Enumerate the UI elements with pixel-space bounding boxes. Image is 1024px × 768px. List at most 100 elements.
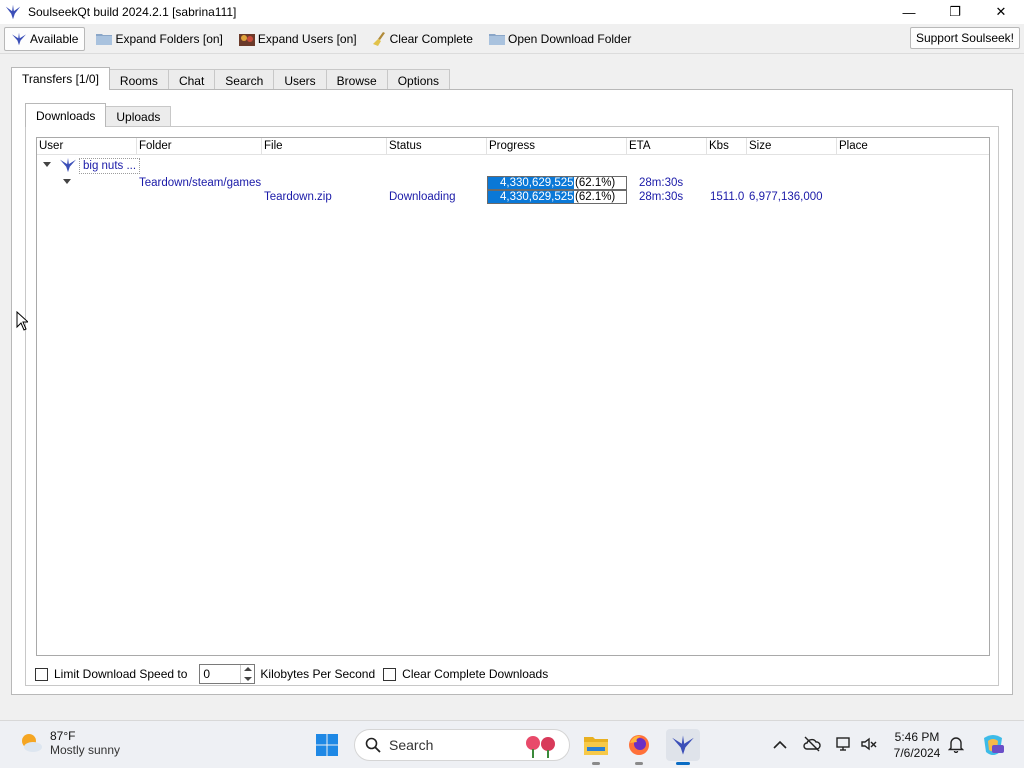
soulseek-bird-icon — [5, 4, 21, 20]
spin-down-icon[interactable] — [244, 677, 253, 681]
taskbar-clock[interactable]: 5:46 PM 7/6/2024 — [884, 729, 950, 761]
column-header-progress[interactable]: Progress — [487, 138, 627, 155]
folder-progress-bytes: 4,330,629,525 — [500, 177, 574, 189]
expand-arrow-icon[interactable] — [43, 162, 51, 167]
user-name[interactable]: big nuts ... — [79, 158, 141, 174]
file-explorer-button[interactable] — [579, 729, 613, 761]
clear-complete-downloads-label: Clear Complete Downloads — [402, 667, 549, 681]
speed-unit-label: Kilobytes Per Second — [260, 667, 376, 681]
column-header-place[interactable]: Place — [837, 138, 989, 155]
folder-progress-bar: 4,330,629,525 (62.1%) — [487, 176, 627, 190]
file-explorer-icon — [584, 737, 608, 755]
tab-transfers[interactable]: Transfers [1/0] — [11, 67, 110, 90]
folder-name: Teardown/steam/games — [139, 177, 262, 189]
expand-folders-button[interactable]: Expand Folders [on] — [91, 27, 227, 51]
file-status: Downloading — [389, 191, 456, 203]
transfer-sub-tabs: Downloads Uploads — [25, 103, 172, 127]
expand-folders-label: Expand Folders [on] — [115, 31, 223, 46]
downloads-panel: User Folder File Status Progress ETA Kbs… — [25, 126, 999, 686]
taskbar: 87°F Mostly sunny Search 5:46 PM 7/6/202… — [0, 720, 1024, 768]
soulseek-taskbar-button[interactable] — [666, 729, 700, 761]
file-row[interactable]: Teardown.zip Downloading 4,330,629,525 (… — [37, 190, 989, 204]
tab-users[interactable]: Users — [273, 69, 327, 91]
start-button[interactable] — [310, 729, 344, 761]
clear-complete-downloads-checkbox[interactable] — [383, 667, 397, 681]
expand-users-button[interactable]: Expand Users [on] — [234, 27, 362, 51]
limit-speed-label: Limit Download Speed to — [54, 667, 188, 681]
speed-limit-value: 0 — [203, 667, 211, 681]
folder-icon — [488, 34, 505, 45]
firefox-icon — [629, 735, 649, 755]
tab-rooms[interactable]: Rooms — [108, 69, 169, 91]
title-bar: SoulseekQt build 2024.2.1 [sabrina111] —… — [0, 0, 1024, 24]
support-soulseek-button[interactable]: Support Soulseek! — [909, 27, 1020, 49]
roses-icon — [526, 736, 555, 758]
column-header-file[interactable]: File — [262, 138, 387, 155]
column-header-status[interactable]: Status — [387, 138, 487, 155]
soulseek-bird-icon — [60, 157, 76, 173]
clear-complete-label: Clear Complete — [389, 31, 473, 46]
speed-limit-spinbox[interactable]: 0 — [199, 664, 256, 684]
clock-date: 7/6/2024 — [893, 746, 941, 760]
column-header-eta[interactable]: ETA — [627, 138, 707, 155]
window-controls: — ❐ ✕ — [886, 0, 1024, 24]
tab-browse[interactable]: Browse — [325, 69, 388, 91]
file-progress-bar: 4,330,629,525 (62.1%) — [487, 190, 627, 204]
user-row[interactable]: big nuts ... — [37, 157, 989, 175]
network-icon[interactable] — [835, 735, 853, 753]
search-placeholder: Search — [389, 737, 434, 753]
open-download-folder-button[interactable]: Open Download Folder — [484, 27, 636, 51]
firefox-button[interactable] — [622, 729, 656, 761]
minimize-button[interactable]: — — [886, 0, 932, 24]
search-icon — [365, 737, 381, 753]
clear-complete-button[interactable]: Clear Complete — [368, 27, 478, 51]
tab-uploads[interactable]: Uploads — [105, 106, 172, 127]
close-button[interactable]: ✕ — [978, 0, 1024, 24]
expand-users-label: Expand Users [on] — [257, 31, 357, 46]
cloud-offline-icon[interactable] — [803, 735, 821, 753]
folder-row[interactable]: Teardown/steam/games 4,330,629,525 (62.1… — [37, 176, 989, 190]
available-status-button[interactable]: Available — [4, 26, 86, 51]
windows-start-icon — [316, 734, 338, 756]
soulseek-bird-icon — [12, 32, 26, 45]
tab-search[interactable]: Search — [214, 69, 275, 91]
window-title: SoulseekQt build 2024.2.1 [sabrina111] — [28, 5, 237, 19]
weather-temperature: 87°F — [50, 729, 76, 743]
toolbar: Available Expand Folders [on] Expand Use… — [0, 24, 1024, 54]
mouse-cursor-icon — [16, 311, 28, 331]
column-header-size[interactable]: Size — [747, 138, 837, 155]
downloads-table[interactable]: User Folder File Status Progress ETA Kbs… — [36, 137, 990, 656]
expand-arrow-icon[interactable] — [63, 179, 71, 184]
soulseek-active-indicator — [676, 762, 690, 765]
file-progress-bytes: 4,330,629,525 — [500, 191, 574, 203]
file-eta: 28m:30s — [639, 191, 684, 203]
column-header-folder[interactable]: Folder — [137, 138, 262, 155]
firefox-running-indicator — [635, 762, 643, 765]
chevron-up-icon[interactable] — [773, 740, 787, 750]
folder-icon — [96, 34, 113, 45]
download-options: Limit Download Speed to 0 Kilobytes Per … — [35, 663, 560, 685]
tab-chat[interactable]: Chat — [167, 69, 216, 91]
weather-widget[interactable]: 87°F Mostly sunny — [18, 729, 120, 757]
column-header-kbs[interactable]: Kbs — [707, 138, 747, 155]
taskbar-search-box[interactable]: Search — [354, 729, 570, 761]
users-icon — [238, 33, 255, 46]
main-tabs: Transfers [1/0] Rooms Chat Search Users … — [11, 67, 451, 91]
speaker-muted-icon[interactable] — [860, 735, 878, 753]
limit-speed-checkbox[interactable] — [35, 667, 48, 681]
spin-up-icon[interactable] — [244, 667, 253, 671]
notification-bell-icon[interactable] — [948, 735, 964, 753]
open-download-folder-label: Open Download Folder — [507, 31, 632, 46]
transfers-panel: Downloads Uploads User Folder File Statu… — [11, 89, 1013, 695]
weather-condition: Mostly sunny — [50, 743, 121, 757]
copilot-icon[interactable] — [980, 732, 1006, 758]
broom-icon — [372, 31, 385, 46]
folder-eta: 28m:30s — [639, 177, 684, 189]
tab-options[interactable]: Options — [386, 69, 451, 91]
file-name: Teardown.zip — [264, 191, 332, 203]
maximize-button[interactable]: ❐ — [932, 0, 978, 24]
tab-downloads[interactable]: Downloads — [25, 103, 107, 127]
column-header-user[interactable]: User — [37, 138, 137, 155]
clock-time: 5:46 PM — [894, 730, 940, 744]
sun-cloud-icon — [22, 734, 42, 752]
